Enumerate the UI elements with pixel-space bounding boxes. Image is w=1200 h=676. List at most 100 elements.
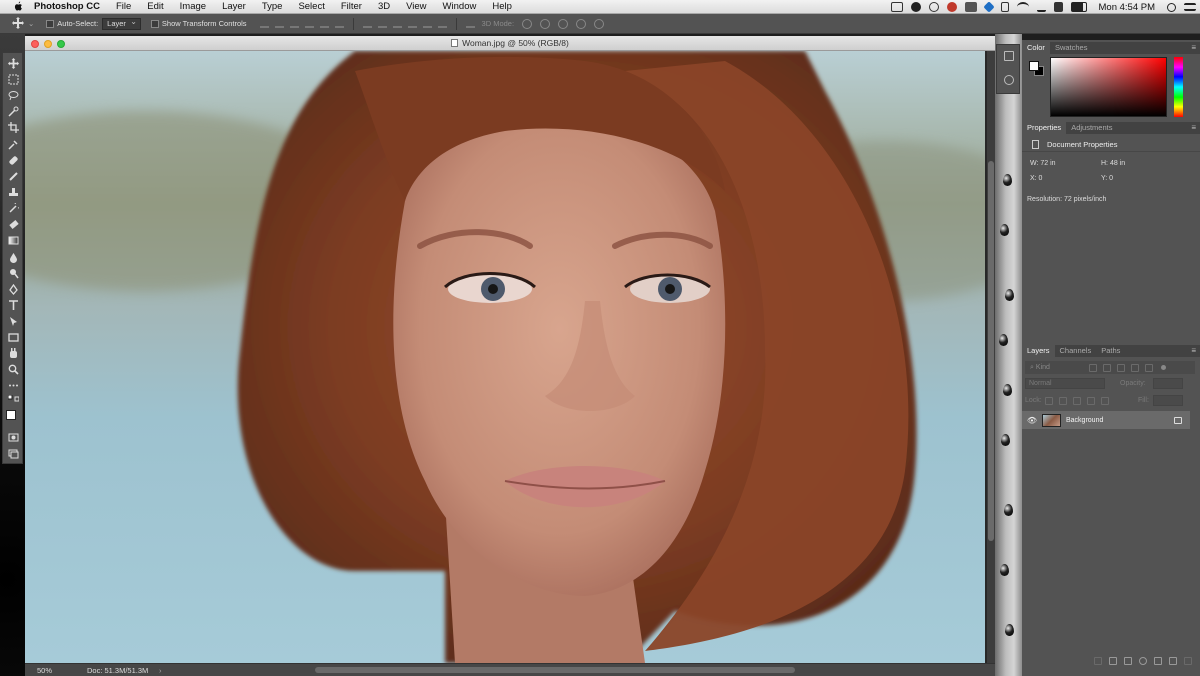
- align-right-edges-icon[interactable]: [334, 19, 344, 28]
- fill-field[interactable]: [1153, 395, 1183, 406]
- blur-tool-icon[interactable]: [7, 251, 20, 264]
- delete-layer-icon[interactable]: [1184, 657, 1192, 665]
- distribute-vcenter-icon[interactable]: [377, 19, 387, 28]
- eject-icon[interactable]: [1036, 2, 1046, 12]
- status-info-menu-arrow[interactable]: ›: [159, 666, 173, 675]
- distribute-bottom-icon[interactable]: [392, 19, 402, 28]
- notification-list-icon[interactable]: [1184, 3, 1196, 11]
- zoom-level[interactable]: 50%: [25, 666, 73, 675]
- image-canvas[interactable]: [25, 51, 985, 663]
- maximize-window-button[interactable]: [57, 40, 65, 48]
- document-titlebar[interactable]: Woman.jpg @ 50% (RGB/8): [25, 36, 995, 51]
- filter-smart-object-icon[interactable]: [1144, 363, 1153, 372]
- tab-layers[interactable]: Layers: [1022, 345, 1055, 357]
- marquee-tool-icon[interactable]: [7, 73, 20, 86]
- menu-type[interactable]: Type: [254, 0, 291, 14]
- align-top-edges-icon[interactable]: [259, 19, 269, 28]
- history-brush-tool-icon[interactable]: [7, 202, 20, 215]
- zoom-tool-icon[interactable]: [7, 363, 20, 376]
- sync-status-icon[interactable]: [928, 2, 939, 12]
- distribute-right-icon[interactable]: [437, 19, 447, 28]
- layer-name[interactable]: Background: [1066, 417, 1174, 424]
- dodge-tool-icon[interactable]: [7, 267, 20, 280]
- path-selection-tool-icon[interactable]: [7, 315, 20, 328]
- menu-help[interactable]: Help: [484, 0, 520, 14]
- battery-icon[interactable]: [1070, 2, 1087, 12]
- distribute-hcenter-icon[interactable]: [422, 19, 432, 28]
- filter-toggle-icon[interactable]: [1160, 365, 1166, 370]
- layer-row-background[interactable]: 👁 Background: [1022, 411, 1190, 429]
- filter-adjustment-icon[interactable]: [1102, 363, 1111, 372]
- eyedropper-tool-icon[interactable]: [7, 138, 20, 151]
- x-value[interactable]: X: 0: [1030, 175, 1042, 182]
- apple-icon[interactable]: [13, 1, 24, 12]
- auto-align-layers-icon[interactable]: [465, 19, 475, 28]
- layer-lock-icon[interactable]: [1174, 416, 1182, 424]
- default-colors-icon[interactable]: [7, 395, 20, 403]
- menu-image[interactable]: Image: [172, 0, 214, 14]
- opacity-field[interactable]: [1153, 378, 1183, 389]
- vertical-scrollbar[interactable]: [987, 51, 995, 663]
- lock-artboard-icon[interactable]: [1087, 397, 1095, 405]
- volume-icon[interactable]: [1053, 2, 1063, 12]
- align-bottom-edges-icon[interactable]: [289, 19, 299, 28]
- dropbox-icon[interactable]: [982, 1, 995, 13]
- 3d-pan-icon[interactable]: [558, 18, 569, 29]
- 3d-roll-icon[interactable]: [540, 18, 551, 29]
- healing-brush-tool-icon[interactable]: [7, 154, 20, 167]
- menu-app-name[interactable]: Photoshop CC: [34, 0, 108, 14]
- width-value[interactable]: W: 72 in: [1030, 160, 1056, 167]
- move-tool-preset-icon[interactable]: [12, 16, 24, 31]
- filter-pixel-icon[interactable]: [1088, 363, 1097, 372]
- layer-filter-kind[interactable]: Kind: [1036, 364, 1086, 371]
- 3d-slide-icon[interactable]: [576, 18, 587, 29]
- filter-type-icon[interactable]: [1116, 363, 1125, 372]
- auto-select-target-dropdown[interactable]: Layer: [102, 17, 141, 30]
- tab-swatches[interactable]: Swatches: [1050, 42, 1093, 54]
- tab-channels[interactable]: Channels: [1055, 345, 1097, 357]
- lock-all-icon[interactable]: [1101, 397, 1109, 405]
- menu-layer[interactable]: Layer: [214, 0, 254, 14]
- clone-stamp-tool-icon[interactable]: [7, 186, 20, 199]
- menu-3d[interactable]: 3D: [370, 0, 398, 14]
- show-transform-controls-checkbox[interactable]: [150, 19, 159, 28]
- eraser-tool-icon[interactable]: [7, 218, 20, 231]
- y-value[interactable]: Y: 0: [1101, 175, 1113, 182]
- 3d-scale-icon[interactable]: [594, 18, 605, 29]
- menu-filter[interactable]: Filter: [333, 0, 370, 14]
- quick-mask-icon[interactable]: [7, 431, 20, 444]
- more-tools-icon[interactable]: [7, 379, 20, 392]
- auto-select-checkbox[interactable]: [46, 19, 55, 28]
- history-panel-icon[interactable]: [1004, 51, 1014, 61]
- lock-transparent-icon[interactable]: [1045, 397, 1053, 405]
- quick-selection-tool-icon[interactable]: [7, 105, 20, 118]
- menu-edit[interactable]: Edit: [139, 0, 171, 14]
- libraries-panel-icon[interactable]: [1004, 75, 1014, 85]
- align-horizontal-centers-icon[interactable]: [319, 19, 329, 28]
- pen-tool-icon[interactable]: [7, 283, 20, 296]
- align-left-edges-icon[interactable]: [304, 19, 314, 28]
- menubar-clock[interactable]: Mon 4:54 PM: [1091, 2, 1164, 13]
- menu-select[interactable]: Select: [290, 0, 332, 14]
- gradient-tool-icon[interactable]: [7, 234, 20, 247]
- menu-view[interactable]: View: [398, 0, 434, 14]
- color-panel-foreground-swatch[interactable]: [1029, 61, 1039, 71]
- align-vertical-centers-icon[interactable]: [274, 19, 284, 28]
- app-status-icon[interactable]: [946, 2, 957, 12]
- panel-menu-icon[interactable]: ≡: [1191, 122, 1196, 134]
- layer-style-fx-icon[interactable]: [1109, 657, 1117, 665]
- rectangle-tool-icon[interactable]: [7, 331, 20, 344]
- menu-file[interactable]: File: [108, 0, 139, 14]
- camera-status-icon[interactable]: [890, 2, 903, 12]
- hand-tool-icon[interactable]: [7, 347, 20, 360]
- horizontal-scrollbar[interactable]: [315, 667, 795, 673]
- tab-properties[interactable]: Properties: [1022, 122, 1067, 134]
- tab-paths[interactable]: Paths: [1096, 345, 1125, 357]
- height-value[interactable]: H: 48 in: [1101, 160, 1125, 167]
- brush-tool-icon[interactable]: [7, 170, 20, 183]
- new-group-icon[interactable]: [1154, 657, 1162, 665]
- screen-mode-icon[interactable]: [7, 447, 20, 460]
- new-adjustment-layer-icon[interactable]: [1139, 657, 1147, 665]
- wifi-icon[interactable]: [1016, 2, 1029, 12]
- color-picker-field[interactable]: [1050, 57, 1167, 117]
